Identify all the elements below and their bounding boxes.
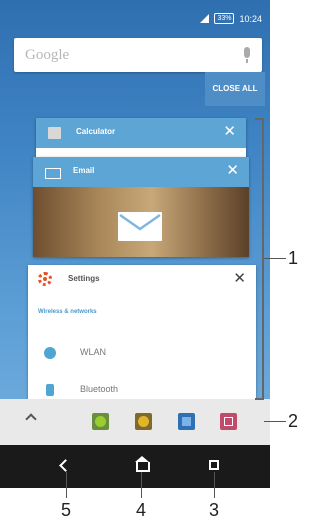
settings-row-label: Bluetooth [80,384,119,394]
search-bar[interactable]: Google [14,38,262,72]
settings-row-wlan: WLAN [28,338,256,368]
bluetooth-icon [46,384,54,396]
back-icon[interactable] [59,459,72,472]
recents-list-bracket [255,118,264,400]
close-icon[interactable]: ✕ [226,163,239,179]
chevron-up-icon[interactable] [25,413,37,425]
clock: 10:24 [239,13,262,24]
close-icon[interactable]: ✕ [223,124,236,140]
recent-apps-icon[interactable] [209,460,219,470]
small-apps-tray [0,399,270,445]
callout-leader-line [264,421,286,422]
small-app-icon[interactable] [178,413,195,430]
card-header: Email ✕ [33,157,249,187]
settings-row-bluetooth: Bluetooth [28,375,256,400]
settings-section-header: Wireless & networks [38,309,97,315]
callout-leader-line [214,472,215,498]
card-header: Calculator ✕ [36,118,246,148]
callout-leader-line [141,472,142,498]
callout-number: 1 [288,248,299,268]
card-title: Settings [68,274,100,283]
small-app-icon[interactable] [220,413,237,430]
recent-app-card-settings[interactable]: Settings ✕ Wireless & networks WLAN Blue… [28,265,256,400]
recent-app-card-calculator[interactable]: Calculator ✕ [36,118,246,158]
gear-icon [38,272,52,286]
navigation-bar [0,445,270,488]
recent-app-card-email[interactable]: Email ✕ [33,157,249,257]
small-app-icon[interactable] [135,413,152,430]
close-icon[interactable]: ✕ [233,271,246,287]
signal-icon [200,14,210,23]
calculator-icon [48,127,61,139]
close-all-button[interactable]: CLOSE ALL [205,72,265,106]
home-icon[interactable] [135,456,150,472]
small-app-icon[interactable] [92,413,109,430]
email-preview [33,187,249,257]
card-title: Calculator [76,127,116,136]
status-icons: 33% 10:24 [200,13,262,24]
microphone-icon[interactable] [244,47,250,63]
wifi-icon [44,347,56,359]
status-bar: 33% 10:24 [0,0,270,30]
callout-number: 4 [136,500,147,520]
search-placeholder: Google [25,47,70,63]
callout-leader-line [264,258,286,259]
card-title: Email [73,166,95,175]
settings-row-label: WLAN [80,347,107,357]
mail-icon [45,168,61,179]
callout-number: 3 [209,500,220,520]
card-header: Settings ✕ [28,265,256,295]
phone-screen: 33% 10:24 Google CLOSE ALL Calculator ✕ … [0,0,270,488]
callout-leader-line [66,472,67,498]
callout-number: 5 [61,500,72,520]
envelope-icon [118,212,162,241]
battery-indicator: 33% [214,13,235,24]
callout-number: 2 [288,411,299,431]
